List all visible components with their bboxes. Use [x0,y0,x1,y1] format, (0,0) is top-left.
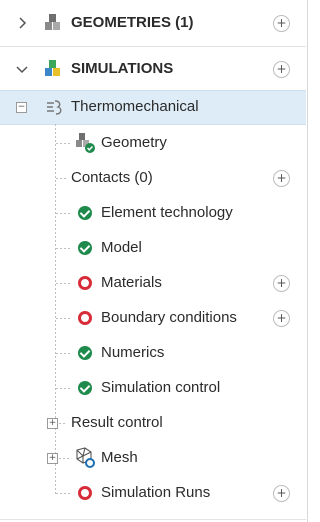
item-label: Element technology [101,204,233,221]
item-label: Contacts (0) [71,169,153,186]
check-circle-icon [78,241,92,255]
tree-item-contacts[interactable]: Contacts (0) + [0,161,306,195]
item-label: Simulation Runs [101,484,211,501]
tree-connector [56,283,70,284]
check-circle-icon [78,381,92,395]
tree-item-result-control[interactable]: + Result control [0,406,306,440]
error-circle-icon [78,486,92,500]
divider [0,46,306,47]
item-label: Simulation control [101,379,221,396]
geometries-label: GEOMETRIES (1) [71,14,194,31]
bottom-divider [0,519,306,520]
item-label: Model [101,239,142,256]
geometries-section[interactable]: GEOMETRIES (1) + [0,6,306,40]
check-circle-icon [78,206,92,220]
error-circle-icon [78,311,92,325]
tree-item-thermomechanical[interactable]: − Thermomechanical [0,90,306,125]
tree-item-materials[interactable]: Materials + [0,266,306,300]
chevron-right-icon[interactable] [13,14,31,32]
tree-connector [56,248,70,249]
item-label: Result control [71,414,163,431]
tree-connector [56,493,70,494]
item-label: Boundary conditions [101,309,237,326]
expand-toggle[interactable]: + [47,418,58,429]
tree-connector [56,178,66,179]
add-geometry-button[interactable]: + [273,15,290,32]
tree-connector [56,143,70,144]
tree-connector [59,458,71,459]
item-label: Numerics [101,344,165,361]
add-simulation-button[interactable]: + [273,61,290,78]
item-label: Geometry [101,134,167,151]
error-circle-icon [78,276,92,290]
collapse-toggle[interactable]: − [16,102,27,113]
tree-item-model[interactable]: Model [0,231,306,265]
simulations-section[interactable]: SIMULATIONS + [0,52,306,86]
tree-connector [56,213,70,214]
item-label: Mesh [101,449,138,466]
tree-connector [56,353,70,354]
expand-toggle[interactable]: + [47,453,58,464]
tree-item-boundary-conditions[interactable]: Boundary conditions + [0,301,306,335]
chevron-down-icon[interactable] [13,60,31,78]
tree-item-simulation-runs[interactable]: Simulation Runs + [0,476,306,510]
thermomechanical-label: Thermomechanical [71,98,199,115]
item-label: Materials [101,274,162,291]
add-material-button[interactable]: + [273,275,290,292]
add-simulation-run-button[interactable]: + [273,485,290,502]
tree-connector [59,423,67,424]
add-boundary-condition-button[interactable]: + [273,310,290,327]
tree-item-mesh[interactable]: + Mesh [0,441,306,475]
colored-cubes-icon [42,58,64,80]
tree-connector [56,318,70,319]
tree-item-simulation-control[interactable]: Simulation control [0,371,306,405]
simulations-label: SIMULATIONS [71,60,174,77]
check-circle-icon [78,346,92,360]
panel-border [307,0,308,522]
tree-connector [56,388,70,389]
thermo-icon [44,97,66,119]
cubes-icon [42,12,64,34]
mesh-icon [74,446,96,468]
geometry-cube-check-icon [74,132,96,154]
tree-item-element-technology[interactable]: Element technology [0,196,306,230]
tree-item-geometry[interactable]: Geometry [0,126,306,160]
tree-item-numerics[interactable]: Numerics [0,336,306,370]
add-contact-button[interactable]: + [273,170,290,187]
